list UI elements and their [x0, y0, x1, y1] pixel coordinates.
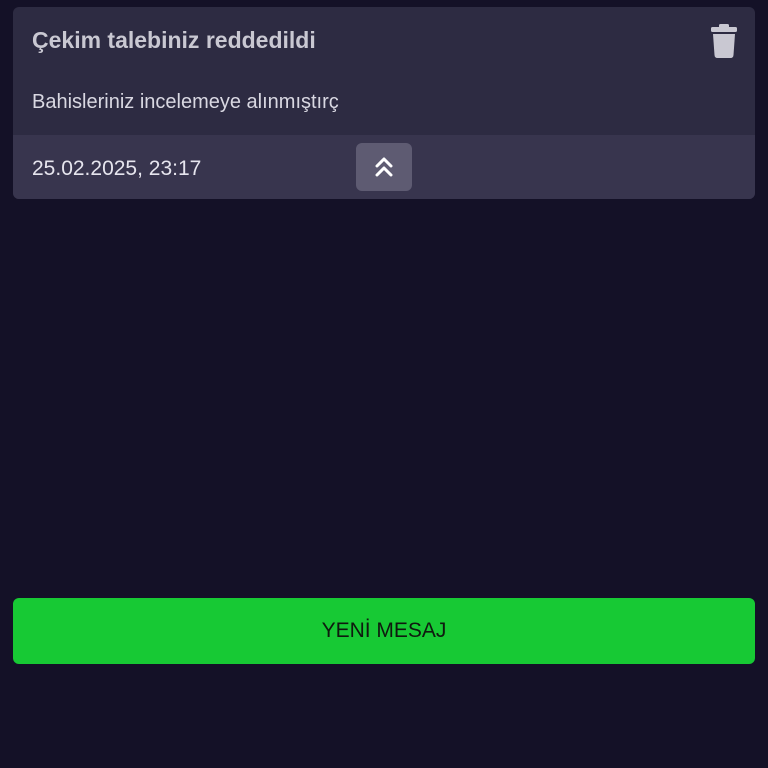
trash-icon: [711, 24, 737, 58]
message-body: Bahisleriniz incelemeye alınmıştırç: [32, 91, 339, 113]
new-message-button[interactable]: YENİ MESAJ: [13, 598, 755, 664]
message-datetime: 25.02.2025, 23:17: [32, 157, 202, 180]
message-footer: 25.02.2025, 23:17: [13, 135, 755, 199]
message-title: Çekim talebiniz reddedildi: [32, 27, 316, 53]
notification-page: Çekim talebiniz reddedildi Bahisleriniz …: [0, 0, 768, 768]
collapse-button[interactable]: [356, 143, 412, 191]
chevrons-up-icon: [375, 157, 393, 177]
message-card: Çekim talebiniz reddedildi Bahisleriniz …: [13, 7, 755, 199]
delete-button[interactable]: [711, 24, 737, 58]
